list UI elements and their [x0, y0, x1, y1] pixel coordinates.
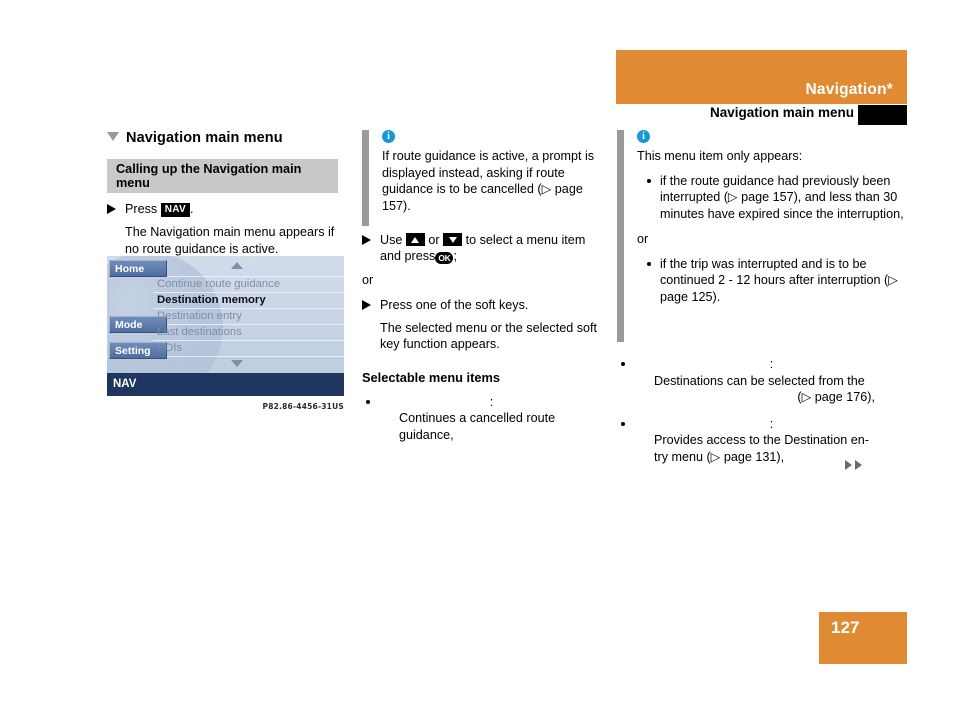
navigation-display: Home Mode Setting Continue route guidanc…	[107, 256, 344, 396]
list-item-body: : Continues a cancelled route guidance,	[379, 394, 604, 444]
menu-item-continue-route-guidance[interactable]: Continue route guidance	[157, 278, 280, 290]
section-title-row: Navigation main menu	[107, 130, 347, 146]
step-part-4: ;	[453, 249, 457, 263]
bullet-dot-icon	[647, 178, 651, 183]
left-column: Navigation main menu Calling up the Navi…	[107, 130, 347, 411]
note-left-rule	[362, 130, 369, 226]
menu-item-description-line-1: Provides access to the Destination en-	[654, 433, 869, 447]
continuation-arrow-icon	[855, 460, 862, 470]
step-bullet-triangle-icon	[362, 235, 371, 245]
display-separator-line	[153, 324, 344, 325]
nav-keycap: NAV	[160, 203, 190, 217]
menu-item-description: Continues a cancelled route guidance,	[399, 411, 556, 442]
step-part-1: Use	[380, 233, 403, 247]
header-black-block	[858, 105, 907, 125]
step-bullet-triangle-icon	[362, 299, 371, 310]
list-item: : Destinations can be selected from the …	[617, 356, 909, 406]
middle-column: i If route guidance is active, a prompt …	[362, 130, 604, 453]
figure-caption: P82.86-4456-31US	[262, 402, 344, 411]
menu-item-pois[interactable]: POIs	[157, 342, 182, 354]
page-number-box: 127	[819, 612, 907, 664]
down-arrow-key-icon	[443, 233, 463, 246]
bullet-dot-icon	[621, 362, 625, 366]
navigation-screen-figure: Home Mode Setting Continue route guidanc…	[107, 256, 347, 411]
scroll-down-arrow-icon[interactable]	[231, 360, 243, 367]
step-select-menu-item: Use or to select a menu item and press OK…	[362, 232, 604, 264]
list-item-label-line: :	[379, 394, 604, 411]
header-orange-band: Navigation*	[616, 50, 907, 104]
list-item-text: if the trip was interrupted and is to be…	[660, 256, 898, 304]
header-subtitle: Navigation main menu	[709, 105, 854, 120]
menu-item-destination-memory[interactable]: Destination memory	[157, 294, 266, 306]
menu-item-destination-entry[interactable]: Destination entry	[157, 310, 242, 322]
menu-item-description-line-2: try menu (▷ page 131),	[654, 449, 785, 464]
menu-item-description-line-1: Destinations can be selected from the	[654, 373, 865, 388]
list-item-body: : Provides access to the Destination en-…	[634, 416, 909, 466]
or-separator: or	[362, 273, 374, 287]
step-bullet-triangle-icon	[107, 204, 116, 214]
step-text: Press NAV.	[125, 201, 347, 217]
up-arrow-key-icon	[405, 233, 425, 246]
step-prefix: Press	[125, 202, 158, 216]
or-separator: or	[637, 232, 649, 246]
header-subtitle-row: Navigation main menu	[616, 105, 907, 125]
display-separator-line	[153, 308, 344, 309]
note-text: If route guidance is active, a prompt is…	[382, 149, 595, 213]
step-result-text: The Navigation main menu appears if no r…	[125, 225, 335, 256]
continuation-arrow-icon	[845, 460, 852, 470]
note-route-guidance-active: i If route guidance is active, a prompt …	[362, 130, 604, 226]
note-menu-item-appears: i This menu item only appears: if the ro…	[617, 130, 909, 342]
continuation-arrows	[845, 460, 862, 470]
list-item: : Provides access to the Destination en-…	[617, 416, 909, 466]
info-icon: i	[637, 130, 650, 143]
triangle-down-icon	[107, 132, 119, 141]
info-icon: i	[382, 130, 395, 143]
menu-item-colon: :	[769, 357, 774, 371]
step-press-nav: Press NAV.	[107, 201, 347, 217]
list-item-label-line: :	[634, 356, 909, 373]
list-item: if the trip was interrupted and is to be…	[637, 256, 909, 306]
menu-item-colon: :	[769, 416, 774, 431]
menu-item-description-line-2: (▷ page 176),	[797, 390, 875, 404]
bullet-dot-icon	[621, 421, 625, 426]
display-separator-line	[153, 292, 344, 293]
step-suffix: .	[189, 202, 194, 216]
list-item-text: if the route guidance had previously bee…	[660, 173, 904, 221]
step-text: Press one of the soft keys.	[380, 297, 529, 312]
list-item: if the route guidance had previously bee…	[637, 173, 909, 223]
step-result-text: The selected menu or the selected soft k…	[380, 320, 598, 352]
page-title: Navigation main menu	[126, 130, 283, 146]
bullet-dot-icon	[647, 261, 651, 266]
right-column: i This menu item only appears: if the ro…	[617, 130, 909, 475]
scroll-up-arrow-icon[interactable]	[231, 262, 243, 269]
step-text: Use or to select a menu item and press OK…	[380, 232, 604, 264]
list-item-body: : Destinations can be selected from the …	[634, 356, 909, 406]
subsection-heading: Calling up the Navigation main menu	[107, 159, 338, 193]
softkey-home[interactable]: Home	[109, 260, 167, 277]
display-separator-line	[153, 356, 344, 357]
note-left-rule	[617, 130, 624, 342]
display-separator-line	[153, 340, 344, 341]
menu-item-colon: :	[489, 394, 494, 409]
ok-key-icon: OK	[435, 252, 454, 264]
selectable-menu-items-heading: Selectable menu items	[362, 369, 500, 385]
display-status-bar: NAV	[107, 373, 344, 396]
note-intro-text: This menu item only appears:	[637, 149, 803, 163]
menu-item-last-destinations[interactable]: Last destinations	[157, 326, 242, 338]
page-number: 127	[831, 618, 860, 637]
list-item-label-line: :	[634, 416, 909, 433]
step-press-soft-key: Press one of the soft keys.	[362, 297, 604, 313]
bullet-dot-icon	[366, 399, 370, 404]
header-title: Navigation*	[805, 81, 893, 98]
step-part-2: or	[428, 233, 440, 247]
display-separator-line	[153, 276, 344, 277]
list-item: : Continues a cancelled route guidance,	[362, 394, 604, 444]
